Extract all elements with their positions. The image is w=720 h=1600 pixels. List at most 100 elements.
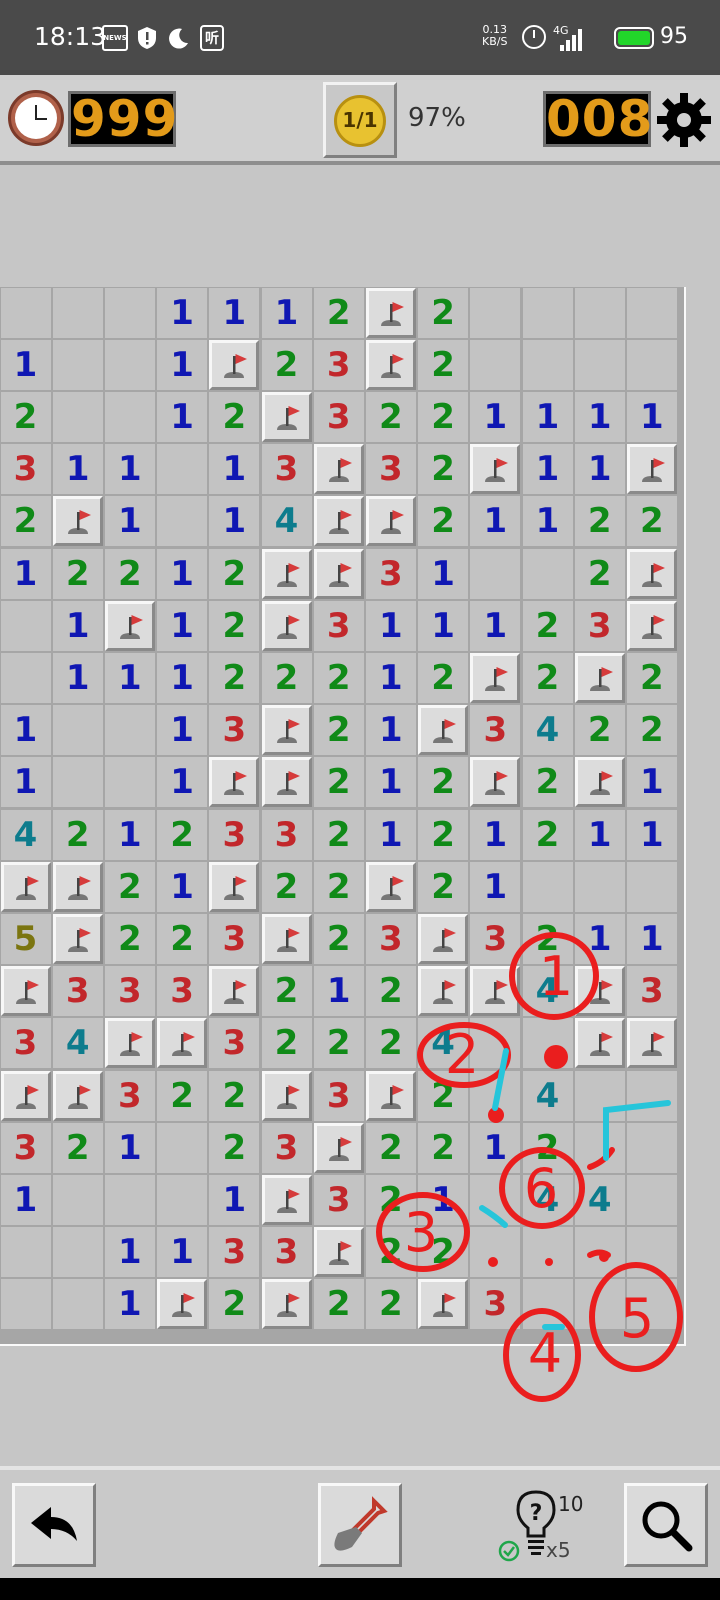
flagged-cell[interactable]	[261, 913, 312, 964]
number-cell[interactable]: 1	[209, 496, 260, 547]
number-cell[interactable]: 1	[0, 1174, 51, 1225]
number-cell[interactable]: 3	[261, 444, 312, 495]
revealed-empty-cell[interactable]	[470, 1227, 521, 1278]
number-cell[interactable]: 2	[261, 652, 312, 703]
flagged-cell[interactable]	[470, 652, 521, 703]
number-cell[interactable]: 1	[626, 757, 677, 808]
flagged-cell[interactable]	[261, 1070, 312, 1121]
flagged-cell[interactable]	[470, 444, 521, 495]
number-cell[interactable]: 3	[313, 600, 364, 651]
number-cell[interactable]: 1	[470, 600, 521, 651]
number-cell[interactable]: 3	[313, 1174, 364, 1225]
number-cell[interactable]: 3	[626, 966, 677, 1017]
number-cell[interactable]: 1	[104, 1279, 155, 1330]
revealed-empty-cell[interactable]	[52, 1227, 103, 1278]
flagged-cell[interactable]	[365, 861, 416, 912]
flagged-cell[interactable]	[0, 861, 51, 912]
number-cell[interactable]: 2	[313, 913, 364, 964]
revealed-empty-cell[interactable]	[52, 1279, 103, 1330]
flagged-cell[interactable]	[365, 287, 416, 338]
flagged-cell[interactable]	[209, 339, 260, 390]
number-cell[interactable]: 2	[209, 652, 260, 703]
number-cell[interactable]: 1	[157, 705, 208, 756]
number-cell[interactable]: 2	[209, 1070, 260, 1121]
new-game-button[interactable]: 1/1	[323, 82, 397, 158]
number-cell[interactable]: 4	[522, 705, 573, 756]
number-cell[interactable]: 3	[0, 1122, 51, 1173]
number-cell[interactable]: 3	[209, 1018, 260, 1069]
number-cell[interactable]: 2	[626, 652, 677, 703]
flagged-cell[interactable]	[365, 496, 416, 547]
number-cell[interactable]: 2	[418, 496, 469, 547]
number-cell[interactable]: 2	[418, 757, 469, 808]
flagged-cell[interactable]	[626, 1018, 677, 1069]
number-cell[interactable]: 1	[157, 287, 208, 338]
number-cell[interactable]: 3	[0, 444, 51, 495]
number-cell[interactable]: 2	[209, 548, 260, 599]
number-cell[interactable]: 4	[522, 966, 573, 1017]
number-cell[interactable]: 1	[209, 444, 260, 495]
revealed-empty-cell[interactable]	[157, 1122, 208, 1173]
number-cell[interactable]: 1	[52, 444, 103, 495]
number-cell[interactable]: 2	[313, 757, 364, 808]
flagged-cell[interactable]	[261, 1279, 312, 1330]
number-cell[interactable]: 1	[626, 913, 677, 964]
revealed-empty-cell[interactable]	[470, 1070, 521, 1121]
number-cell[interactable]: 1	[0, 339, 51, 390]
number-cell[interactable]: 3	[209, 809, 260, 860]
number-cell[interactable]: 2	[365, 1174, 416, 1225]
number-cell[interactable]: 2	[522, 1122, 573, 1173]
revealed-empty-cell[interactable]	[522, 1227, 573, 1278]
number-cell[interactable]: 1	[418, 1174, 469, 1225]
number-cell[interactable]: 3	[313, 339, 364, 390]
flagged-cell[interactable]	[418, 1279, 469, 1330]
flagged-cell[interactable]	[157, 1279, 208, 1330]
number-cell[interactable]: 2	[52, 548, 103, 599]
flagged-cell[interactable]	[209, 966, 260, 1017]
number-cell[interactable]: 2	[209, 1122, 260, 1173]
number-cell[interactable]: 1	[470, 1122, 521, 1173]
revealed-empty-cell[interactable]	[157, 444, 208, 495]
number-cell[interactable]: 1	[157, 391, 208, 442]
revealed-empty-cell[interactable]	[0, 600, 51, 651]
number-cell[interactable]: 2	[522, 913, 573, 964]
number-cell[interactable]: 1	[470, 496, 521, 547]
number-cell[interactable]: 2	[418, 1070, 469, 1121]
flagged-cell[interactable]	[574, 966, 625, 1017]
number-cell[interactable]: 1	[522, 391, 573, 442]
number-cell[interactable]: 4	[522, 1070, 573, 1121]
number-cell[interactable]: 4	[574, 1174, 625, 1225]
number-cell[interactable]: 2	[209, 1279, 260, 1330]
number-cell[interactable]: 5	[0, 913, 51, 964]
dig-shovel-button[interactable]	[318, 1483, 402, 1567]
number-cell[interactable]: 2	[418, 1122, 469, 1173]
flagged-cell[interactable]	[52, 861, 103, 912]
number-cell[interactable]: 3	[104, 1070, 155, 1121]
number-cell[interactable]: 2	[261, 861, 312, 912]
revealed-empty-cell[interactable]	[522, 861, 573, 912]
undo-button[interactable]	[12, 1483, 96, 1567]
revealed-empty-cell[interactable]	[470, 1018, 521, 1069]
number-cell[interactable]: 1	[626, 391, 677, 442]
number-cell[interactable]: 2	[209, 600, 260, 651]
number-cell[interactable]: 2	[52, 809, 103, 860]
flagged-cell[interactable]	[157, 1018, 208, 1069]
flagged-cell[interactable]	[0, 1070, 51, 1121]
number-cell[interactable]: 3	[470, 705, 521, 756]
number-cell[interactable]: 2	[522, 757, 573, 808]
revealed-empty-cell[interactable]	[626, 1227, 677, 1278]
flagged-cell[interactable]	[313, 548, 364, 599]
number-cell[interactable]: 2	[522, 600, 573, 651]
revealed-empty-cell[interactable]	[522, 339, 573, 390]
number-cell[interactable]: 2	[0, 496, 51, 547]
number-cell[interactable]: 4	[418, 1018, 469, 1069]
number-cell[interactable]: 1	[209, 287, 260, 338]
flagged-cell[interactable]	[574, 652, 625, 703]
flagged-cell[interactable]	[52, 496, 103, 547]
number-cell[interactable]: 1	[157, 861, 208, 912]
number-cell[interactable]: 2	[418, 1227, 469, 1278]
number-cell[interactable]: 3	[209, 913, 260, 964]
number-cell[interactable]: 4	[0, 809, 51, 860]
flagged-cell[interactable]	[418, 705, 469, 756]
number-cell[interactable]: 3	[104, 966, 155, 1017]
